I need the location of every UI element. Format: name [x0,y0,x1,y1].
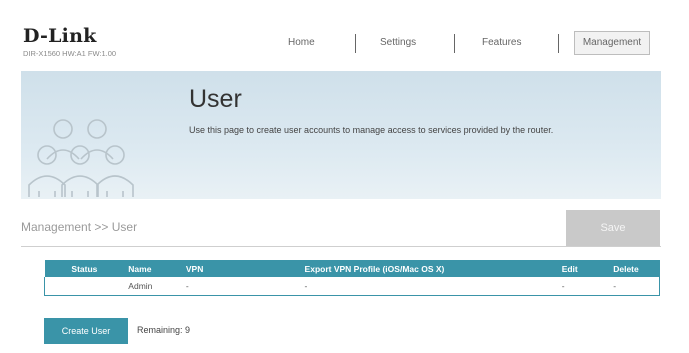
device-info: DIR-X1560 HW:A1 FW:1.00 [23,49,117,58]
nav-separator [558,34,559,53]
nav-settings[interactable]: Settings [380,37,416,48]
nav-separator [454,34,455,53]
nav-management[interactable]: Management [574,31,650,55]
frame-top [0,0,689,8]
col-vpn: VPN [185,260,305,277]
col-status: Status [44,260,125,277]
col-edit: Edit [561,260,614,277]
remaining-count: Remaining: 9 [137,325,191,335]
cell-delete: - [613,277,661,296]
table-row: Admin - - - - [44,277,661,296]
page-banner: User Use this page to create user accoun… [21,71,661,199]
page-title: User [189,85,242,113]
cell-status [44,277,125,296]
header: D-Link DIR-X1560 HW:A1 FW:1.00 Home Sett… [21,19,661,71]
frame-left [0,0,8,353]
cell-vpn: - [185,277,305,296]
users-icon [28,119,134,197]
cell-name: Admin [124,277,186,296]
dlink-logo: D-Link [23,25,97,47]
cell-edit: - [561,277,614,296]
breadcrumb-bar: Management >> User Save [21,210,661,247]
col-name: Name [124,260,186,277]
col-delete: Delete [613,260,660,277]
users-table: Status Name VPN Export VPN Profile (iOS/… [44,260,661,296]
table-header-row: Status Name VPN Export VPN Profile (iOS/… [44,260,660,277]
nav-features[interactable]: Features [482,37,521,48]
save-button[interactable]: Save [566,210,660,246]
nav-home[interactable]: Home [288,37,315,48]
page-description: Use this page to create user accounts to… [189,125,554,135]
cell-export: - [304,277,562,296]
breadcrumb: Management >> User [21,220,138,234]
create-user-button[interactable]: Create User [44,318,128,344]
nav-separator [355,34,356,53]
col-export-vpn-profile: Export VPN Profile (iOS/Mac OS X) [304,260,562,277]
